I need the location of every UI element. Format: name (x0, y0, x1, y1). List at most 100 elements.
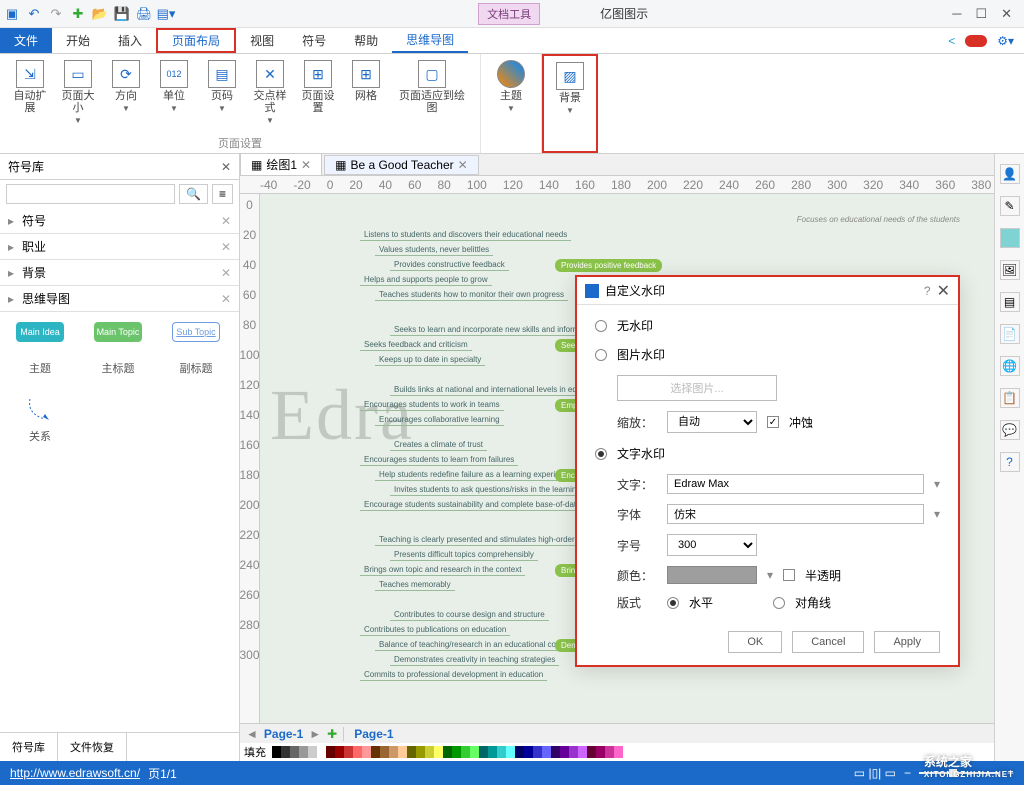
color-swatch[interactable] (281, 746, 290, 758)
color-swatch[interactable] (524, 746, 533, 758)
ribbon-page-number[interactable]: ▤页码▼ (200, 58, 244, 127)
rs-comment-icon[interactable]: 💬 (1000, 420, 1020, 440)
shape-main-topic[interactable]: Main Topic (88, 322, 148, 342)
menu-symbol[interactable]: 符号 (288, 28, 340, 53)
radio-no-watermark[interactable]: 无水印 (595, 317, 940, 334)
mind-topic[interactable]: Contributes to publications on education (360, 624, 510, 636)
category-background[interactable]: ▸背景✕ (0, 260, 239, 286)
color-swatch[interactable] (272, 746, 281, 758)
rs-doc-icon[interactable]: 📄 (1000, 324, 1020, 344)
shape-relation[interactable]: 关系 (10, 394, 70, 444)
share-icon[interactable]: < (948, 34, 955, 48)
font-input[interactable] (667, 504, 924, 524)
doc-tab-2[interactable]: ▦Be a Good Teacher✕ (324, 155, 479, 175)
color-swatch[interactable] (488, 746, 497, 758)
maximize-icon[interactable]: ☐ (975, 6, 987, 22)
category-symbol[interactable]: ▸符号✕ (0, 208, 239, 234)
mind-topic[interactable]: Helps and supports people to grow (360, 274, 492, 286)
color-swatch[interactable] (506, 746, 515, 758)
page-add-icon[interactable]: ✚ (327, 727, 337, 741)
color-swatch[interactable] (560, 746, 569, 758)
close-icon[interactable]: ✕ (1001, 6, 1012, 22)
text-input[interactable] (667, 474, 924, 494)
menu-insert[interactable]: 插入 (104, 28, 156, 53)
mind-topic[interactable]: Brings own topic and research in the con… (360, 564, 525, 576)
mind-topic[interactable]: Encourages students to work in teams (360, 399, 504, 411)
zoom-out-icon[interactable]: − (904, 766, 911, 780)
color-swatch[interactable] (479, 746, 488, 758)
radio-image-watermark[interactable]: 图片水印 (595, 346, 940, 363)
cancel-button[interactable]: Cancel (792, 631, 864, 653)
color-swatch[interactable] (569, 746, 578, 758)
category-mindmap[interactable]: ▸思维导图✕ (0, 286, 239, 312)
undo-icon[interactable]: ↶ (26, 6, 42, 22)
radio-horizontal[interactable] (667, 597, 679, 609)
color-swatch[interactable] (578, 746, 587, 758)
color-swatch[interactable] (416, 746, 425, 758)
rs-globe-icon[interactable]: 🌐 (1000, 356, 1020, 376)
ok-button[interactable]: OK (728, 631, 782, 653)
color-swatch[interactable] (587, 746, 596, 758)
mind-topic[interactable]: Seeks feedback and criticism (360, 339, 472, 351)
mind-topic[interactable]: Encourages students to learn from failur… (360, 454, 518, 466)
color-swatch[interactable] (551, 746, 560, 758)
mind-topic[interactable]: Presents difficult topics comprehensibly (390, 549, 538, 561)
search-input[interactable] (6, 184, 175, 204)
panel-close-icon[interactable]: ✕ (221, 160, 231, 174)
ribbon-connection-style[interactable]: ✕交点样式▼ (248, 58, 292, 127)
shape-fubiaot[interactable]: 副标题 (166, 360, 226, 376)
ribbon-page-setup[interactable]: ⊞页面设置 (296, 58, 340, 127)
color-swatch[interactable] (326, 746, 335, 758)
sync-icon[interactable] (965, 35, 987, 47)
shape-zhubiaot[interactable]: 主标题 (88, 360, 148, 376)
page-prev-icon[interactable]: ◄ (246, 727, 258, 741)
apply-button[interactable]: Apply (874, 631, 940, 653)
ribbon-auto-extend[interactable]: ⇲自动扩展 (8, 58, 52, 127)
mind-topic[interactable]: Balance of teaching/research in an educa… (375, 639, 577, 651)
redo-icon[interactable]: ↷ (48, 6, 64, 22)
mind-topic[interactable]: Listens to students and discovers their … (360, 229, 571, 241)
mind-topic[interactable]: Encourages collaborative learning (375, 414, 504, 426)
mind-topic[interactable]: Teaches students how to monitor their ow… (375, 289, 568, 301)
color-swatch[interactable] (362, 746, 371, 758)
color-swatch[interactable] (461, 746, 470, 758)
color-swatch[interactable] (470, 746, 479, 758)
ribbon-page-size[interactable]: ▭页面大小▼ (56, 58, 100, 127)
settings-icon[interactable]: ⚙▾ (997, 34, 1014, 48)
save-icon[interactable]: 💾 (114, 6, 130, 22)
ribbon-orientation[interactable]: ⟳方向▼ (104, 58, 148, 127)
mind-topic[interactable]: Keeps up to date in specialty (375, 354, 485, 366)
page-tab-1[interactable]: Page-1 (264, 727, 303, 741)
color-swatch[interactable] (515, 746, 524, 758)
panel-tab-library[interactable]: 符号库 (0, 733, 58, 761)
ribbon-unit[interactable]: 012单位▼ (152, 58, 196, 127)
color-swatch[interactable] (434, 746, 443, 758)
mind-topic[interactable]: Demonstrates creativity in teaching stra… (390, 654, 559, 666)
color-swatch[interactable] (667, 566, 757, 584)
print-icon[interactable]: 🖨 (136, 6, 152, 22)
scale-select[interactable]: 自动 (667, 411, 757, 433)
status-url[interactable]: http://www.edrawsoft.cn/ (10, 766, 140, 780)
page-next-icon[interactable]: ► (309, 727, 321, 741)
dialog-close-icon[interactable]: ✕ (937, 281, 950, 301)
color-swatch[interactable] (371, 746, 380, 758)
ribbon-theme[interactable]: 主题▼ (489, 58, 533, 115)
color-swatch[interactable] (452, 746, 461, 758)
search-button[interactable]: 🔍 (179, 184, 208, 204)
shape-sub-topic[interactable]: Sub Topic (166, 322, 226, 342)
radio-text-watermark[interactable]: 文字水印 (595, 445, 940, 462)
color-swatch[interactable] (596, 746, 605, 758)
ribbon-grid[interactable]: ⊞网格 (344, 58, 388, 127)
mind-topic[interactable]: Contributes to course design and structu… (390, 609, 549, 621)
rs-layers-icon[interactable]: ▤ (1000, 292, 1020, 312)
category-career[interactable]: ▸职业✕ (0, 234, 239, 260)
color-swatch[interactable] (542, 746, 551, 758)
doc-tab-1[interactable]: ▦绘图1✕ (240, 153, 322, 176)
menu-help[interactable]: 帮助 (340, 28, 392, 53)
mind-topic[interactable]: Provides constructive feedback (390, 259, 509, 271)
color-swatch[interactable] (605, 746, 614, 758)
size-select[interactable]: 300 (667, 534, 757, 556)
color-swatch[interactable] (353, 746, 362, 758)
mind-topic[interactable]: Commits to professional development in e… (360, 669, 547, 681)
mind-topic[interactable]: Values students, never belittles (375, 244, 493, 256)
